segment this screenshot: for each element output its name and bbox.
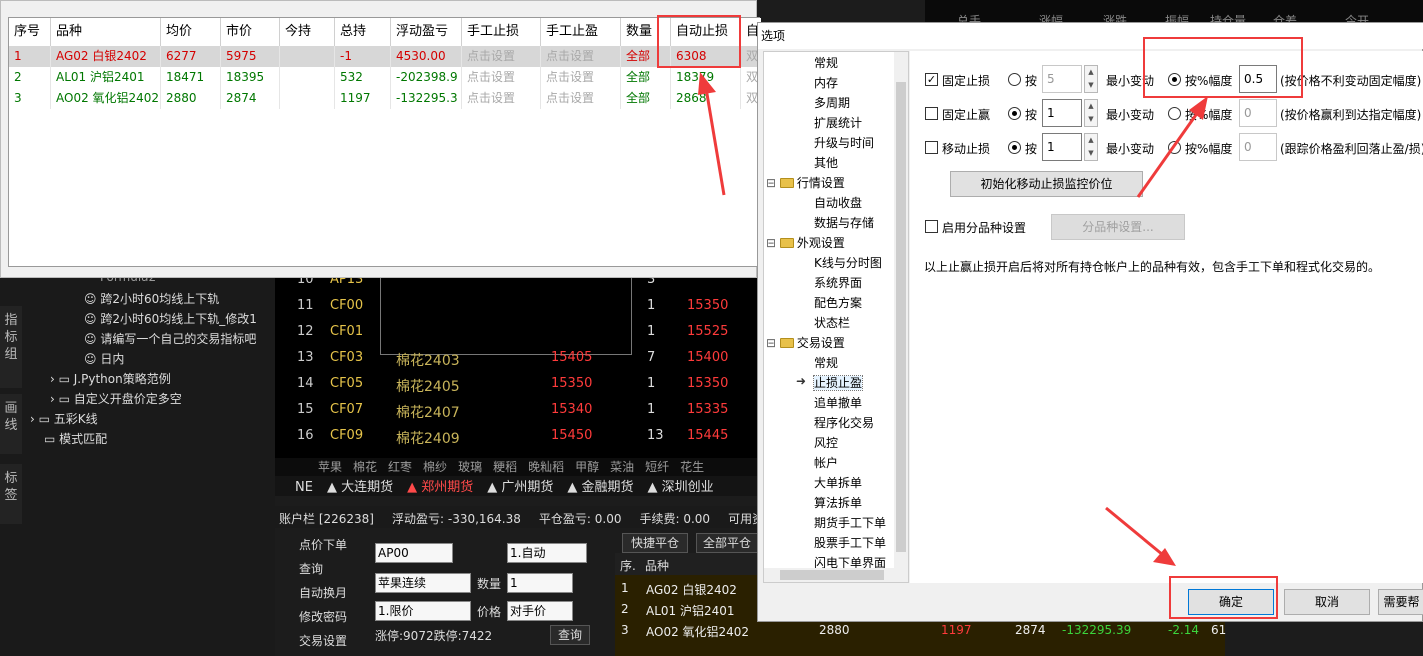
arrow-to-ok: [1105, 506, 1164, 557]
arrowhead-auto-sl: [698, 72, 716, 95]
arrow-to-pct-setting: [1136, 111, 1200, 198]
arrowhead-pct-setting: [1189, 96, 1208, 120]
annotation-arrows: [698, 72, 1208, 566]
arrow-to-auto-sl: [704, 87, 726, 196]
